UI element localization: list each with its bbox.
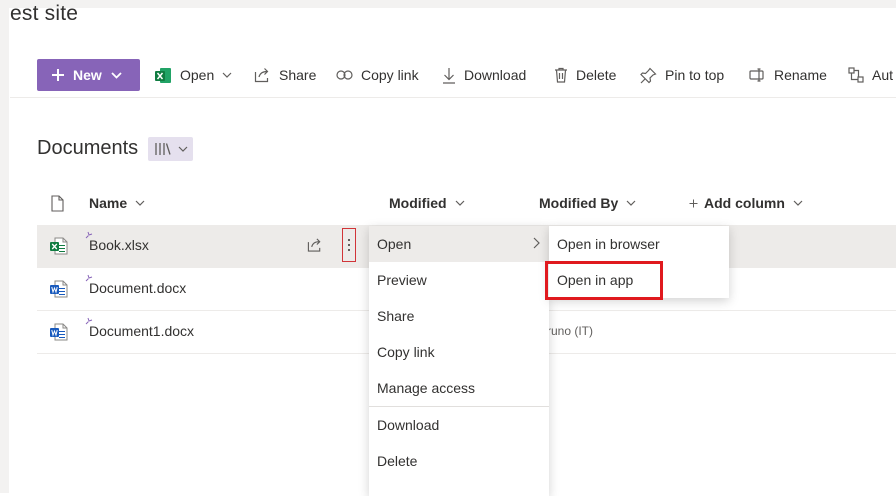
file-name[interactable]: Document1.docx — [89, 323, 194, 339]
menu-item-download[interactable]: Download — [369, 407, 549, 443]
menu-item-label: Download — [377, 417, 440, 433]
file-name[interactable]: Book.xlsx — [89, 237, 149, 253]
excel-file-icon — [50, 237, 68, 255]
column-header-modified-label: Modified — [389, 195, 447, 211]
download-icon — [443, 67, 455, 84]
share-button-label: Share — [279, 67, 317, 83]
rename-button-label: Rename — [774, 67, 827, 83]
chevron-down-icon — [178, 146, 187, 152]
open-button[interactable]: Open — [155, 57, 240, 93]
chevron-down-icon — [135, 200, 145, 206]
share-icon[interactable] — [307, 237, 323, 253]
download-button-label: Download — [464, 67, 527, 83]
delete-button-label: Delete — [576, 67, 617, 83]
copy-link-button[interactable]: Copy link — [336, 57, 419, 93]
view-options-button[interactable] — [148, 137, 193, 161]
command-bar: New Open Share Copy link Download Delete… — [0, 57, 896, 98]
top-strip — [0, 0, 896, 8]
menu-item-label: Open — [377, 236, 412, 252]
chevron-down-icon — [455, 200, 464, 206]
more-actions-button[interactable] — [342, 228, 356, 262]
automate-button[interactable]: Aut — [848, 57, 893, 93]
column-header-modified[interactable]: Modified — [389, 185, 465, 221]
chevron-down-icon — [626, 200, 636, 206]
menu-item-manage-access[interactable]: Manage access — [369, 370, 549, 406]
document-icon — [51, 194, 64, 212]
column-header-modified-by-label: Modified By — [539, 195, 619, 211]
menu-item-preview[interactable]: Preview — [369, 262, 549, 298]
menu-item-label: Delete — [377, 453, 418, 469]
link-icon — [336, 70, 353, 80]
column-header-modified-by[interactable]: Modified By — [539, 185, 636, 221]
excel-icon — [155, 67, 171, 83]
download-button[interactable]: Download — [442, 57, 526, 93]
column-header-name-label: Name — [89, 195, 128, 211]
menu-item-label: Share — [377, 308, 415, 324]
menu-item-delete[interactable]: Delete — [369, 443, 549, 479]
automate-button-label: Aut — [872, 67, 894, 83]
add-column-label: Add column — [704, 195, 785, 211]
column-header-name[interactable]: Name — [89, 185, 145, 221]
pin-to-top-button[interactable]: Pin to top — [640, 57, 724, 93]
rename-button[interactable]: Rename — [749, 57, 827, 93]
copy-link-button-label: Copy link — [361, 67, 419, 83]
plus-icon — [52, 69, 64, 81]
file-name[interactable]: Document.docx — [89, 280, 186, 296]
word-file-icon — [50, 323, 68, 341]
chevron-right-icon — [533, 237, 540, 249]
pin-icon — [640, 67, 657, 83]
context-menu: Open Preview Share Copy link Manage acce… — [369, 226, 549, 496]
file-type-header[interactable] — [51, 185, 64, 221]
menu-item-copy-link[interactable]: Copy link — [369, 334, 549, 370]
automate-icon — [848, 67, 864, 83]
chevron-down-icon — [222, 72, 232, 78]
menu-item-label: Manage access — [377, 380, 476, 396]
menu-item-label: Preview — [377, 272, 427, 288]
new-button-label: New — [73, 67, 102, 83]
site-title: est site — [10, 2, 79, 25]
share-button[interactable]: Share — [254, 57, 316, 93]
chevron-down-icon — [793, 200, 803, 206]
share-icon — [254, 68, 269, 83]
menu-item-open[interactable]: Open — [369, 226, 549, 262]
delete-button[interactable]: Delete — [554, 57, 616, 93]
pin-to-top-button-label: Pin to top — [665, 67, 725, 83]
chevron-down-icon — [111, 71, 122, 79]
trash-icon — [555, 67, 567, 83]
open-button-label: Open — [180, 67, 215, 83]
menu-item-share[interactable]: Share — [369, 298, 549, 334]
plus-icon — [689, 199, 698, 207]
rename-icon — [749, 68, 764, 82]
new-button[interactable]: New — [37, 59, 140, 91]
column-header-row: Name Modified Modified By Add column — [37, 185, 896, 221]
menu-item-label: Open in browser — [557, 236, 660, 252]
menu-item-label: Copy link — [377, 344, 435, 360]
word-file-icon — [50, 280, 68, 298]
library-title: Documents — [37, 137, 139, 159]
command-bar-divider — [10, 97, 896, 98]
add-column-button[interactable]: Add column — [689, 185, 803, 221]
menu-item-open-in-browser[interactable]: Open in browser — [549, 226, 729, 262]
modified-by-value: runo (IT) — [547, 324, 594, 338]
library-icon — [154, 143, 171, 155]
highlight-annotation — [545, 261, 663, 300]
